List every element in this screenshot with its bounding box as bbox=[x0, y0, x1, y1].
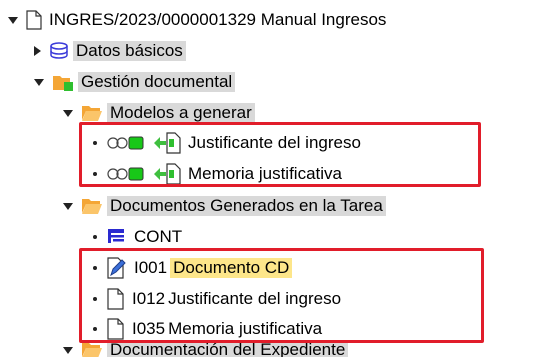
bullet-icon bbox=[93, 235, 97, 239]
tree-node-cont[interactable]: CONT bbox=[90, 223, 185, 251]
highlight-box bbox=[79, 248, 484, 343]
collapse-arrow-icon[interactable] bbox=[63, 109, 73, 117]
highlight-box bbox=[79, 122, 481, 187]
tree-node-label: Datos básicos bbox=[73, 41, 186, 61]
folder-open-icon bbox=[81, 104, 103, 122]
tree-node-label: Documentación del Expediente bbox=[107, 343, 349, 357]
tree-node-label: Gestión documental bbox=[78, 72, 236, 92]
expand-arrow-icon[interactable] bbox=[34, 46, 41, 56]
tree-node-label: Documentos Generados en la Tarea bbox=[107, 196, 386, 216]
tree-node-datos-basicos[interactable]: Datos básicos bbox=[34, 37, 186, 65]
collapse-arrow-icon[interactable] bbox=[34, 78, 44, 86]
folder-orange-green-icon bbox=[52, 72, 74, 92]
tree-node-label: Modelos a generar bbox=[107, 103, 255, 123]
folder-open-icon bbox=[81, 343, 103, 357]
collapse-arrow-icon[interactable] bbox=[63, 202, 73, 210]
collapse-arrow-icon[interactable] bbox=[8, 16, 18, 24]
collapse-arrow-icon[interactable] bbox=[63, 346, 73, 354]
tree-node-root[interactable]: INGRES/2023/0000001329 Manual Ingresos bbox=[8, 6, 389, 34]
tree-node-gestion-documental[interactable]: Gestión documental bbox=[34, 68, 236, 96]
list-icon bbox=[107, 228, 127, 246]
tree-node-label: INGRES/2023/0000001329 Manual Ingresos bbox=[49, 10, 387, 29]
tree-node-documentos[interactable]: Documentos Generados en la Tarea bbox=[63, 192, 386, 220]
tree-node-label: CONT bbox=[134, 227, 183, 246]
tree-node-documentacion-partial[interactable]: Documentación del Expediente bbox=[63, 343, 349, 357]
folder-open-icon bbox=[81, 197, 103, 215]
document-icon bbox=[26, 10, 42, 30]
database-icon bbox=[49, 42, 69, 60]
